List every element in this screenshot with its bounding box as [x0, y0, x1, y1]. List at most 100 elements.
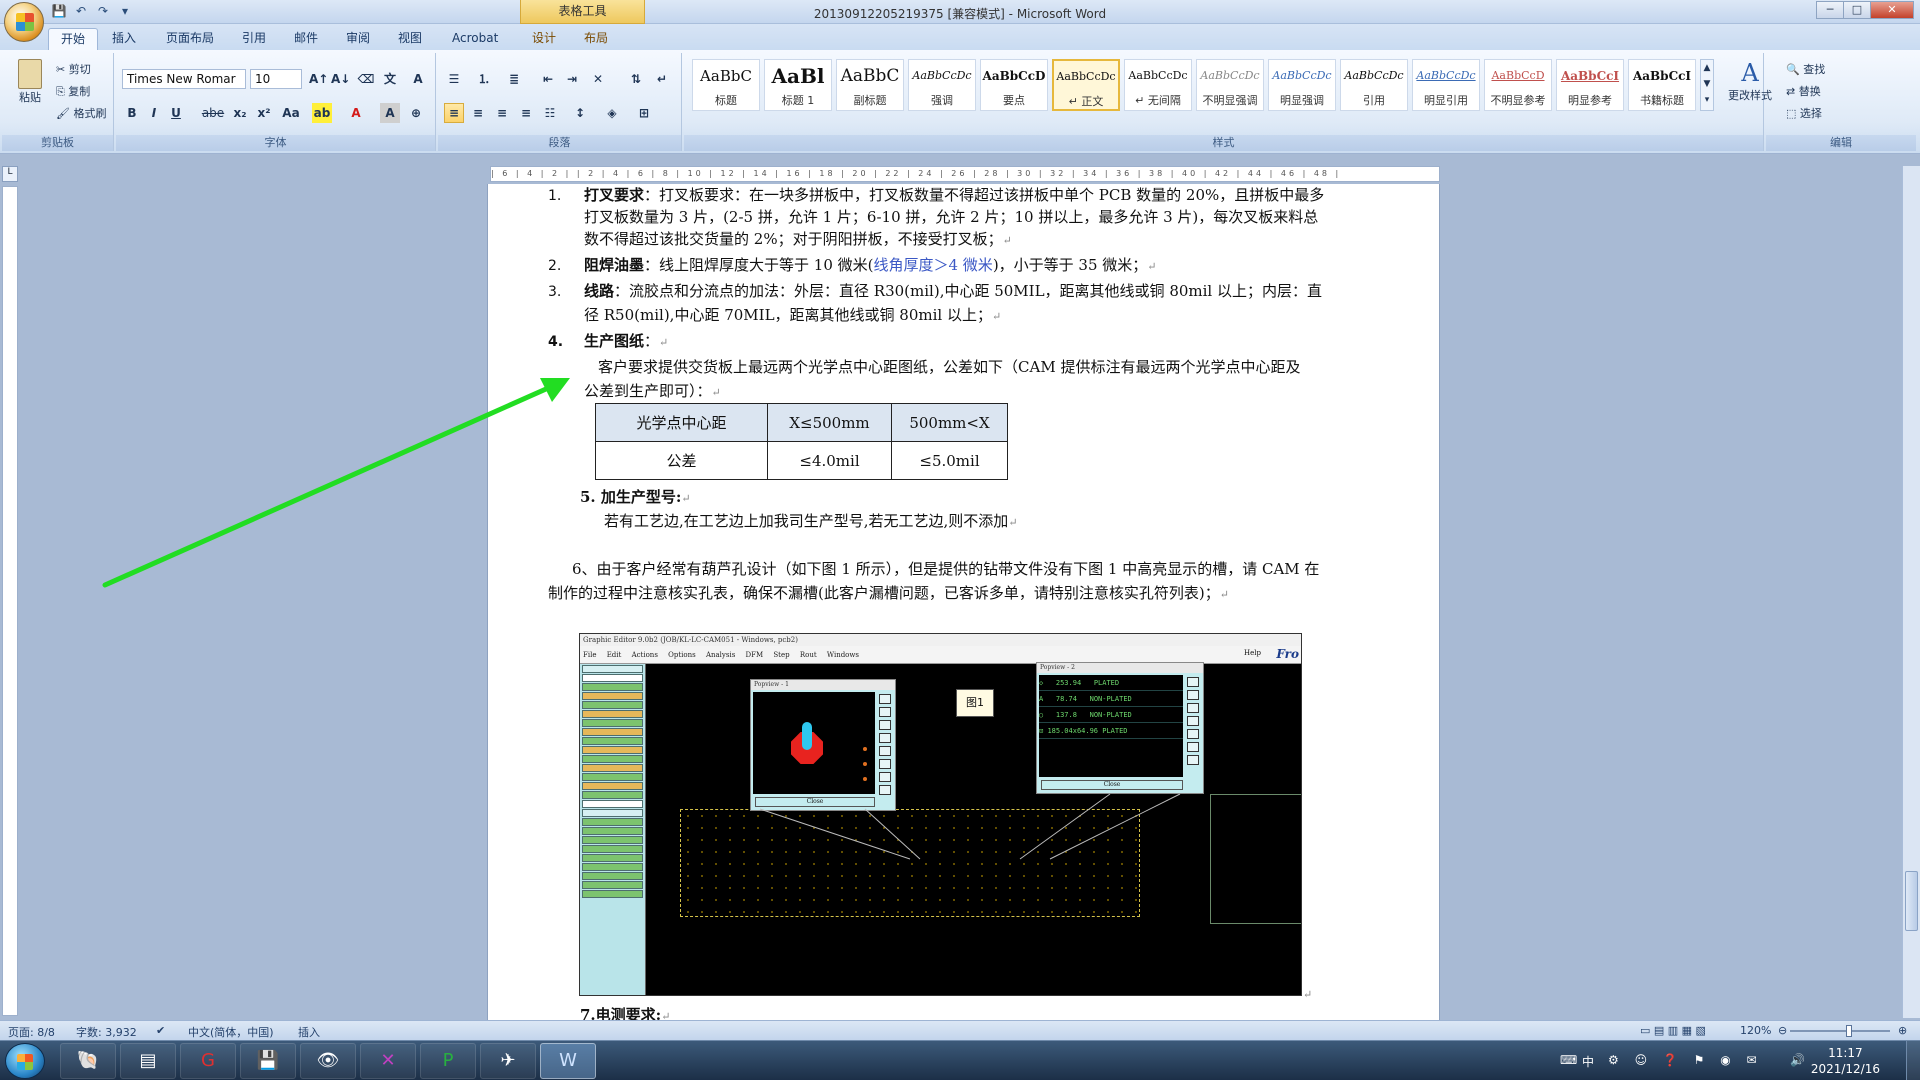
taskbar-app-p[interactable]: P: [420, 1043, 476, 1079]
align-center-icon[interactable]: ≡: [468, 103, 488, 123]
decrease-indent-icon[interactable]: ⇤: [538, 69, 558, 89]
tab-references[interactable]: 引用: [230, 28, 278, 50]
enclose-char-icon[interactable]: ⊕: [406, 103, 426, 123]
shrink-font-icon[interactable]: A↓: [330, 69, 350, 89]
style-no-spacing[interactable]: AaBbCcDc ↵ 无间隔: [1124, 59, 1192, 111]
bold-button[interactable]: B: [122, 103, 142, 123]
taskbar-app-save[interactable]: 💾: [240, 1043, 296, 1079]
tab-insert[interactable]: 插入: [100, 28, 148, 50]
subscript-button[interactable]: x₂: [230, 103, 250, 123]
style-title[interactable]: AaBbC 标题: [692, 59, 760, 111]
horizontal-ruler[interactable]: | 6 | 4 | 2 | | 2 | 4 | 6 | 8 | 10 | 12 …: [490, 166, 1440, 182]
line-spacing-icon[interactable]: ↕: [570, 103, 590, 123]
cam-screenshot-image[interactable]: Graphic Editor 9.0b2 (JOB/KL-LC-CAM051 -…: [579, 633, 1302, 996]
style-heading-1[interactable]: AaBl 标题 1: [764, 59, 832, 111]
tab-design[interactable]: 设计: [520, 28, 568, 50]
cut-button[interactable]: ✂ 剪切: [56, 61, 91, 77]
clear-format-icon[interactable]: ⌫: [356, 69, 376, 89]
word-count[interactable]: 字数: 3,932: [76, 1024, 137, 1040]
page-count[interactable]: 页面: 8/8: [8, 1024, 55, 1040]
select-button[interactable]: ⬚ 选择: [1786, 105, 1822, 121]
input-method-icon[interactable]: ⌨: [1560, 1053, 1577, 1067]
taskbar-app-notepad[interactable]: ▤: [120, 1043, 176, 1079]
numbering-icon[interactable]: ⒈: [474, 69, 494, 89]
find-button[interactable]: 🔍 查找: [1786, 61, 1825, 77]
borders-icon[interactable]: ⊞: [634, 103, 654, 123]
show-desktop-button[interactable]: [1906, 1041, 1920, 1080]
tab-view[interactable]: 视图: [386, 28, 434, 50]
italic-button[interactable]: I: [144, 103, 164, 123]
table-cell[interactable]: ≤5.0mil: [891, 441, 1008, 480]
font-color-icon[interactable]: A: [346, 103, 366, 123]
justify-icon[interactable]: ≡: [516, 103, 536, 123]
underline-button[interactable]: U: [166, 103, 186, 123]
vertical-scrollbar[interactable]: [1902, 166, 1920, 1018]
style-emphasis[interactable]: AaBbCcDc 强调: [908, 59, 976, 111]
paste-button[interactable]: 粘贴: [12, 59, 48, 115]
format-painter-button[interactable]: 🖌 格式刷: [56, 105, 106, 121]
style-subtle-emphasis[interactable]: AaBbCcDc 不明显强调: [1196, 59, 1264, 111]
change-case-button[interactable]: Aa: [278, 103, 304, 123]
copy-button[interactable]: ⎘ 复制: [56, 83, 90, 99]
style-intense-emphasis[interactable]: AaBbCcDc 明显强调: [1268, 59, 1336, 111]
table-cell[interactable]: 公差: [595, 441, 768, 480]
table-cell[interactable]: 光学点中心距: [595, 403, 768, 442]
chinese-layout-icon[interactable]: ✕: [588, 69, 608, 89]
style-intense-reference[interactable]: AaBbCcI 明显参考: [1556, 59, 1624, 111]
tab-mailings[interactable]: 邮件: [282, 28, 330, 50]
undo-icon[interactable]: ↶: [72, 3, 90, 20]
replace-button[interactable]: ⇄ 替换: [1786, 83, 1821, 99]
grow-font-icon[interactable]: A↑: [308, 69, 328, 89]
tab-acrobat[interactable]: Acrobat: [440, 28, 510, 50]
tab-home[interactable]: 开始: [48, 28, 99, 50]
table-cell[interactable]: ≤4.0mil: [767, 441, 892, 480]
style-strong[interactable]: AaBbCcD 要点: [980, 59, 1048, 111]
tab-review[interactable]: 审阅: [334, 28, 382, 50]
strikethrough-button[interactable]: abe: [200, 103, 226, 123]
tolerance-table[interactable]: 光学点中心距 X≤500mm 500mm<X 公差 ≤4.0mil ≤5.0mi…: [595, 403, 1008, 480]
style-subtitle[interactable]: AaBbC 副标题: [836, 59, 904, 111]
table-cell[interactable]: X≤500mm: [767, 403, 892, 442]
char-shading-icon[interactable]: A: [380, 103, 400, 123]
align-right-icon[interactable]: ≡: [492, 103, 512, 123]
proofing-icon[interactable]: ✔: [156, 1024, 165, 1037]
style-intense-quote[interactable]: AaBbCcDc 明显引用: [1412, 59, 1480, 111]
language-indicator[interactable]: 中文(简体，中国): [188, 1024, 274, 1040]
volume-icon[interactable]: 🔊: [1790, 1053, 1805, 1067]
tray-language[interactable]: 中: [1582, 1053, 1594, 1070]
zoom-in-icon[interactable]: ⊕: [1898, 1024, 1907, 1037]
zoom-level[interactable]: 120%: [1740, 1024, 1771, 1037]
taskbar-app-x[interactable]: ✕: [360, 1043, 416, 1079]
view-buttons[interactable]: ▭ ▤ ▥ ▦ ▧: [1640, 1024, 1706, 1037]
document-page[interactable]: 1. 打叉要求：打叉板要求：在一块多拼板中，打叉板数量不得超过该拼板中单个 PCB…: [487, 184, 1440, 1020]
increase-indent-icon[interactable]: ⇥: [562, 69, 582, 89]
taskbar-app-messenger[interactable]: ✈: [480, 1043, 536, 1079]
phonetic-icon[interactable]: 文: [380, 69, 400, 89]
style-subtle-reference[interactable]: AaBbCcD 不明显参考: [1484, 59, 1552, 111]
taskbar-app-browser[interactable]: 🐚: [60, 1043, 116, 1079]
distributed-icon[interactable]: ☷: [540, 103, 560, 123]
styles-scroll-icon[interactable]: ▲ ▼ ▾: [1700, 59, 1714, 111]
minimize-button[interactable]: ─: [1816, 1, 1844, 19]
bullets-icon[interactable]: ☰: [444, 69, 464, 89]
style-book-title[interactable]: AaBbCcI 书籍标题: [1628, 59, 1696, 111]
table-cell[interactable]: 500mm<X: [891, 403, 1008, 442]
insert-mode[interactable]: 插入: [298, 1024, 320, 1040]
close-button[interactable]: ✕: [1870, 1, 1914, 19]
clock[interactable]: 11:17 2021/12/16: [1811, 1045, 1880, 1077]
shading-icon[interactable]: ◈: [602, 103, 622, 123]
show-marks-icon[interactable]: ↵: [652, 69, 672, 89]
multilevel-list-icon[interactable]: ≣: [504, 69, 524, 89]
sort-icon[interactable]: ⇅: [626, 69, 646, 89]
font-size-select[interactable]: 10: [250, 69, 302, 89]
tab-layout[interactable]: 布局: [572, 28, 620, 50]
style-normal[interactable]: AaBbCcDc ↵ 正文: [1052, 59, 1120, 111]
superscript-button[interactable]: x²: [254, 103, 274, 123]
style-quote[interactable]: AaBbCcDc 引用: [1340, 59, 1408, 111]
qat-customize-icon[interactable]: ▾: [116, 3, 134, 20]
taskbar-app-viewer[interactable]: 👁: [300, 1043, 356, 1079]
tray-icons[interactable]: ⚙ ☺ ❓ ⚑ ◉ ✉: [1608, 1053, 1763, 1067]
highlight-icon[interactable]: ab: [312, 103, 332, 123]
redo-icon[interactable]: ↷: [94, 3, 112, 20]
char-border-icon[interactable]: A: [408, 69, 428, 89]
